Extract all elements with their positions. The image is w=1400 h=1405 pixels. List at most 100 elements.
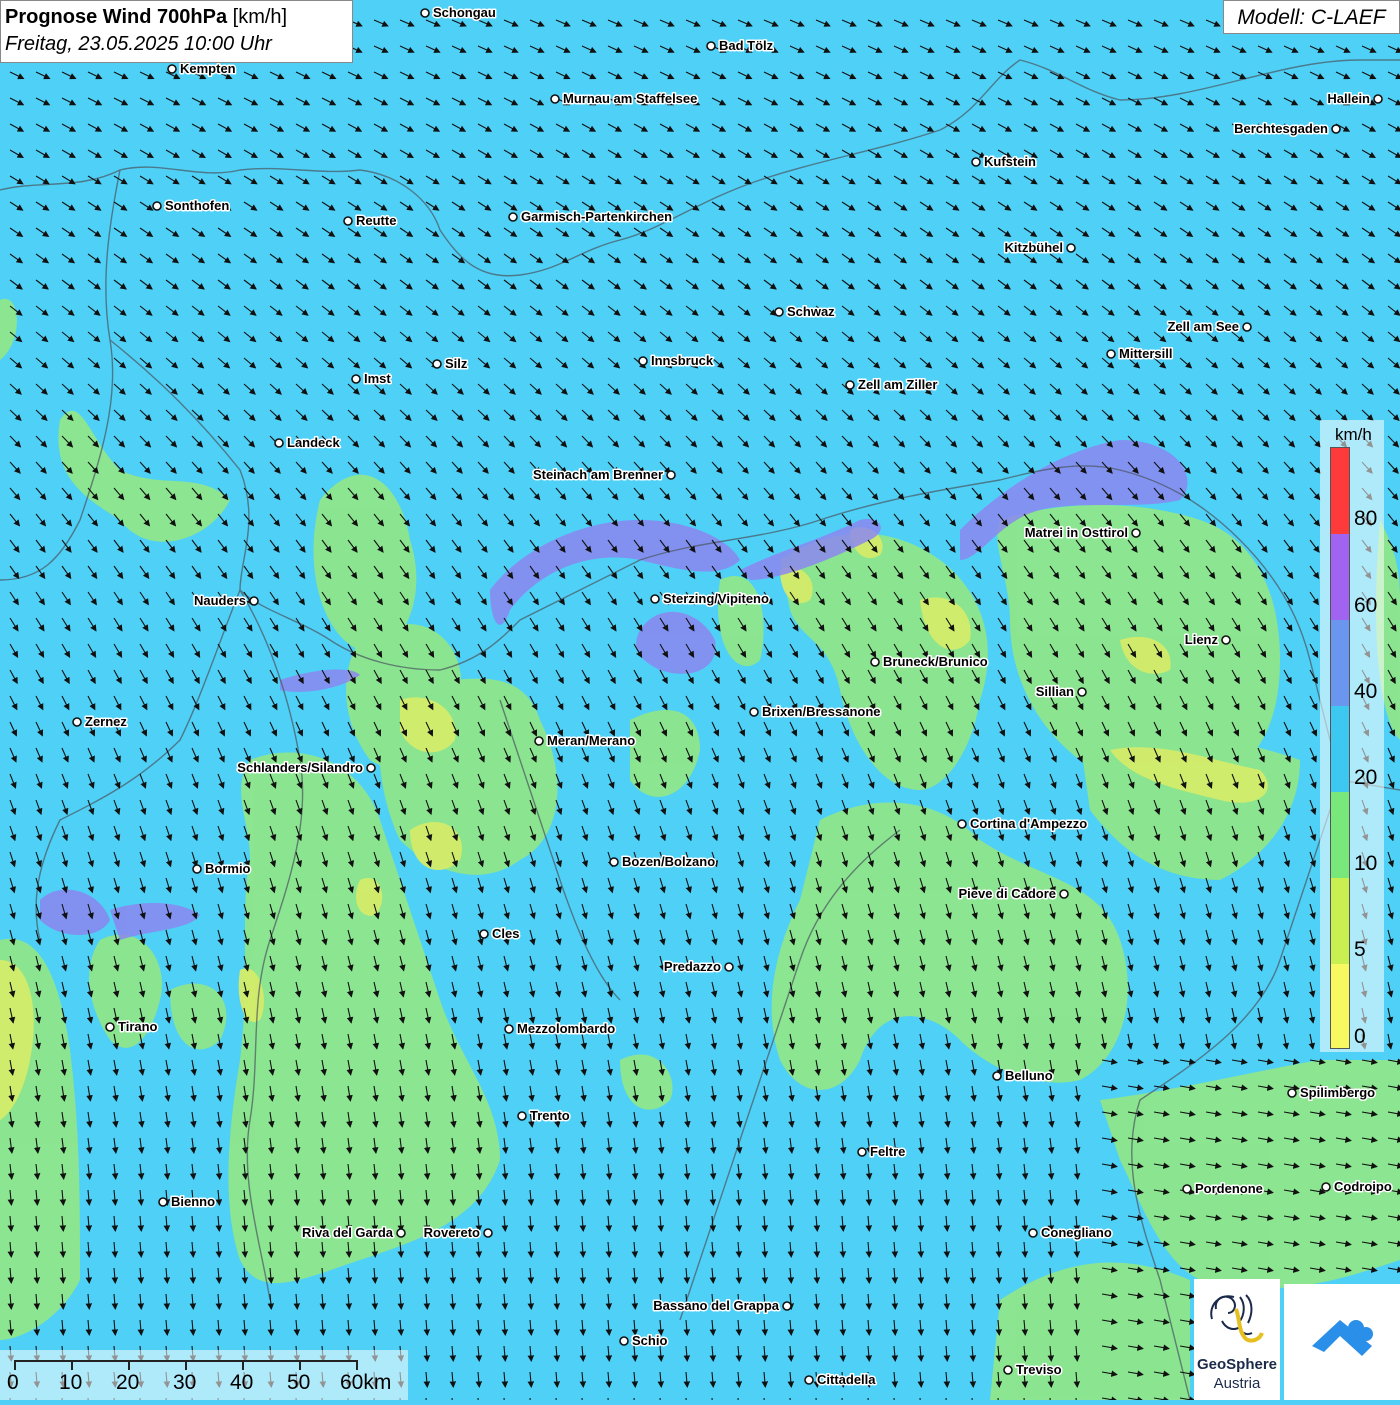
city-label: Bad Tölz [719,38,774,53]
city-dot-icon [992,1071,1002,1081]
city-label: Zell am See [1167,319,1239,334]
city-label: Rovereto [424,1225,480,1240]
logo-line2: Austria [1213,1375,1261,1392]
city-label: Bormio [205,861,251,876]
city-label: Schlanders/Silandro [237,760,363,775]
city-marker: Zell am Ziller [845,376,939,394]
city-marker: Schongau [420,4,497,22]
city-dot-icon [749,707,759,717]
city-marker: Spilimbergo [1287,1084,1377,1102]
city-dot-icon [619,1336,629,1346]
city-dot-icon [1059,889,1069,899]
city-label: Codroipo [1334,1179,1392,1194]
city-label: Bassano del Grappa [653,1298,779,1313]
city-label: Schongau [433,5,496,20]
scale-tick [185,1360,187,1370]
city-marker: Brixen/Bressanone [749,703,882,721]
city-label: Treviso [1016,1362,1062,1377]
city-label: Pieve di Cadore [958,886,1056,901]
city-dot-icon [1106,349,1116,359]
city-marker: Riva del Garda [300,1224,406,1242]
city-label: Sonthofen [165,198,229,213]
legend-label-60: 60 [1354,594,1378,617]
city-dot-icon [396,1228,406,1238]
city-marker: Meran/Merano [534,732,637,750]
scale-label-20: 20 [116,1371,140,1394]
city-label: Nauders [194,593,246,608]
scale-label-0: 0 [7,1371,19,1394]
legend-label-0: 0 [1354,1025,1366,1048]
city-marker: Matrei in Osttirol [1023,524,1141,542]
city-dot-icon [1321,1182,1331,1192]
city-label: Lienz [1185,632,1219,647]
city-label: Feltre [870,1144,905,1159]
city-dot-icon [249,596,259,606]
city-label: Zell am Ziller [858,377,937,392]
city-label: Conegliano [1041,1225,1112,1240]
city-marker: Berchtesgaden [1233,120,1341,138]
city-dot-icon [72,717,82,727]
city-marker: Innsbruck [638,352,715,370]
scale-label-40: 40 [230,1371,254,1394]
city-dot-icon [870,657,880,667]
city-marker: Bozen/Bolzano [609,853,717,871]
city-marker: Murnau am Staffelsee [550,90,699,108]
city-label: Schwaz [787,304,835,319]
city-dot-icon [1221,635,1231,645]
city-dot-icon [1028,1228,1038,1238]
city-marker: Sonthofen [152,197,231,215]
city-dot-icon [343,216,353,226]
geosphere-logo[interactable]: GeoSphere Austria [1194,1279,1280,1400]
city-label: Meran/Merano [547,733,635,748]
model-label: Modell: C-LAEF [1223,0,1400,34]
city-marker: Pieve di Cadore [957,885,1069,903]
legend-label-20: 20 [1354,766,1378,789]
geosphere-emblem-icon [1210,1294,1264,1343]
city-label: Predazzo [664,959,721,974]
city-dot-icon [845,380,855,390]
city-label: Silz [445,356,468,371]
city-dot-icon [609,857,619,867]
map-title: Prognose Wind 700hPa [km/h] [5,4,348,31]
city-dot-icon [1331,124,1341,134]
city-dot-icon [857,1147,867,1157]
city-marker: Pordenone [1182,1180,1264,1198]
city-dot-icon [1373,94,1383,104]
scale-label-10: 10 [59,1371,83,1394]
city-marker: Schlanders/Silandro [236,759,376,777]
city-marker: Cortina d'Ampezzo [957,815,1089,833]
city-dot-icon [724,962,734,972]
city-label: Riva del Garda [302,1225,394,1240]
city-label: Belluno [1005,1068,1053,1083]
city-dot-icon [957,819,967,829]
cloud-mountain-icon [1312,1320,1373,1356]
city-label: Trento [530,1108,570,1123]
city-label: Mittersill [1119,346,1172,361]
city-label: Cles [492,926,519,941]
city-label: Cittadella [817,1372,876,1387]
city-label: Bienno [171,1194,215,1209]
legend-label-10: 10 [1354,852,1378,875]
city-dot-icon [804,1375,814,1385]
city-dot-icon [483,1228,493,1238]
city-dot-icon [534,736,544,746]
wind-map: Schongau Bad Tölz Kempten Murnau am Staffel… [0,0,1400,1400]
legend-seg-0-5 [1331,964,1349,1048]
city-label: Matrei in Osttirol [1025,525,1128,540]
city-dot-icon [1003,1365,1013,1375]
city-dot-icon [774,307,784,317]
scale-label-30: 30 [173,1371,197,1394]
city-dot-icon [105,1022,115,1032]
city-dot-icon [1242,322,1252,332]
city-label: Imst [364,371,391,386]
city-dot-icon [274,438,284,448]
scale-label-50: 50 [287,1371,311,1394]
city-marker: Steinach am Brenner [531,466,676,484]
logo-line1: GeoSphere [1196,1356,1278,1373]
app-logo[interactable] [1284,1284,1400,1400]
scale-tick [128,1360,130,1370]
city-label: Sillian [1036,684,1074,699]
city-label: Mezzolombardo [517,1021,615,1036]
map-title-box: Prognose Wind 700hPa [km/h] Freitag, 23.… [0,0,353,63]
legend-label-80: 80 [1354,507,1378,530]
